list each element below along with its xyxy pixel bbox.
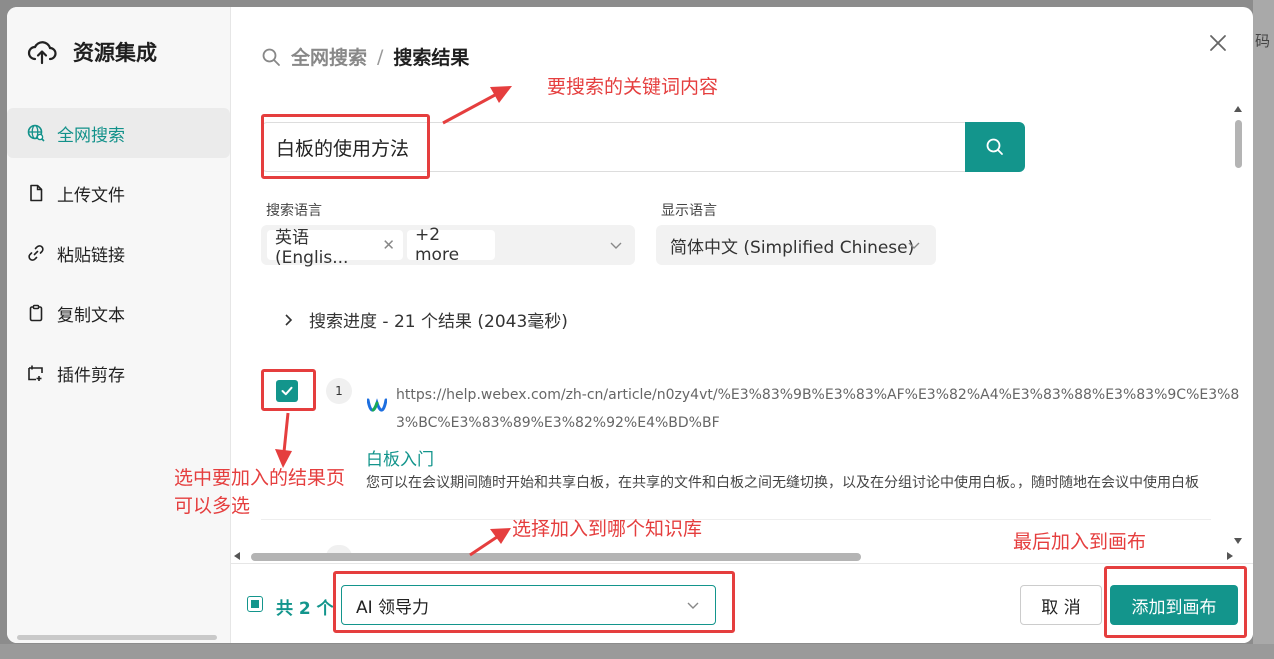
- select-all-checkbox[interactable]: [247, 596, 263, 612]
- breadcrumb-separator: /: [377, 45, 384, 68]
- sidebar-item-paste-link[interactable]: 粘贴链接: [7, 228, 230, 278]
- search-progress-text: 搜索进度 - 21 个结果 (2043毫秒): [309, 312, 568, 332]
- annotation-box-checkbox: [261, 369, 316, 411]
- sidebar-scrollbar[interactable]: [17, 635, 217, 640]
- annotation-select-line1: 选中要加入的结果页: [174, 467, 346, 489]
- clip-save-icon: [28, 365, 43, 381]
- result-divider: [261, 519, 1211, 520]
- close-icon[interactable]: [1206, 31, 1230, 55]
- sidebar-title: 资源集成: [73, 41, 157, 65]
- background-app-edge: [1253, 0, 1274, 659]
- sidebar-item-copy-text[interactable]: 复制文本: [7, 288, 230, 338]
- annotation-knowledge-base: 选择加入到哪个知识库: [512, 518, 703, 540]
- sidebar-item-label: 上传文件: [57, 185, 125, 206]
- search-language-label: 搜索语言: [266, 203, 322, 219]
- sidebar-item-label: 全网搜索: [57, 125, 125, 146]
- file-icon: [30, 184, 43, 202]
- annotation-select-line2: 可以多选: [174, 495, 251, 517]
- breadcrumb-search-results: 搜索结果: [393, 47, 470, 69]
- result-title[interactable]: 白板入门: [366, 445, 434, 470]
- annotation-canvas: 最后加入到画布: [1013, 531, 1147, 553]
- cloud-upload-icon: [27, 41, 57, 65]
- search-icon: [986, 138, 1003, 155]
- scroll-right-arrow[interactable]: [1227, 552, 1233, 560]
- language-tag-label: 英语 (Englis...: [275, 227, 349, 268]
- sidebar: 资源集成 全网搜索 上传文件 粘贴链接 复制文本 插件剪存: [7, 7, 231, 643]
- result-index: 1: [326, 378, 352, 404]
- globe-search-icon: [27, 124, 45, 142]
- language-tag: 英语 (Englis... ✕: [267, 228, 403, 268]
- breadcrumb: 全网搜索 / 搜索结果: [261, 43, 469, 70]
- chevron-down-icon: [908, 242, 920, 249]
- horizontal-scrollbar-thumb[interactable]: [251, 553, 861, 561]
- scroll-up-arrow[interactable]: [1234, 106, 1242, 112]
- cancel-button[interactable]: 取 消: [1020, 585, 1102, 625]
- selected-count: 共 2 个: [276, 599, 334, 619]
- sidebar-item-upload-file[interactable]: 上传文件: [7, 168, 230, 218]
- remove-tag-icon[interactable]: ✕: [382, 236, 395, 254]
- background-bottom-bar: [0, 644, 1274, 659]
- annotation-box-search: [261, 114, 430, 179]
- breadcrumb-web-search[interactable]: 全网搜索: [291, 43, 367, 70]
- display-language-select[interactable]: 简体中文 (Simplified Chinese): [656, 225, 936, 265]
- search-button[interactable]: [965, 122, 1025, 172]
- chevron-down-icon: [610, 242, 622, 249]
- annotation-box-knowledge-base: [333, 571, 735, 633]
- sidebar-item-web-search[interactable]: 全网搜索: [7, 108, 230, 158]
- sidebar-item-label: 粘贴链接: [57, 245, 125, 266]
- result-url[interactable]: https://help.webex.com/zh-cn/article/n0z…: [396, 381, 1242, 437]
- result-snippet: 您可以在会议期间随时开始和共享白板，在共享的文件和白板之间无缝切换，以及在分组讨…: [366, 475, 1199, 491]
- annotation-box-add-button: [1104, 566, 1247, 638]
- sidebar-item-plugin-clip[interactable]: 插件剪存: [7, 348, 230, 398]
- annotation-keyword: 要搜索的关键词内容: [547, 76, 719, 98]
- display-language-value: 简体中文 (Simplified Chinese): [670, 237, 915, 258]
- scroll-left-arrow[interactable]: [234, 552, 240, 560]
- webex-logo-icon: [367, 398, 387, 412]
- link-icon: [28, 245, 44, 261]
- display-language-label: 显示语言: [661, 203, 717, 219]
- vertical-scrollbar-thumb[interactable]: [1235, 120, 1242, 168]
- sidebar-brand: 资源集成: [27, 37, 157, 67]
- partial-check-mark: [251, 600, 259, 608]
- search-language-select[interactable]: 英语 (Englis... ✕ +2 more: [261, 225, 635, 268]
- chevron-right-icon: [285, 313, 293, 326]
- search-progress-toggle[interactable]: 搜索进度 - 21 个结果 (2043毫秒): [281, 307, 568, 332]
- sidebar-item-label: 复制文本: [57, 305, 125, 326]
- more-languages-tag[interactable]: +2 more: [407, 225, 495, 265]
- search-icon: [262, 48, 280, 66]
- sidebar-item-label: 插件剪存: [57, 365, 125, 386]
- scroll-down-arrow[interactable]: [1234, 538, 1242, 544]
- background-edge-text: 码: [1255, 32, 1271, 50]
- clipboard-icon: [29, 304, 43, 322]
